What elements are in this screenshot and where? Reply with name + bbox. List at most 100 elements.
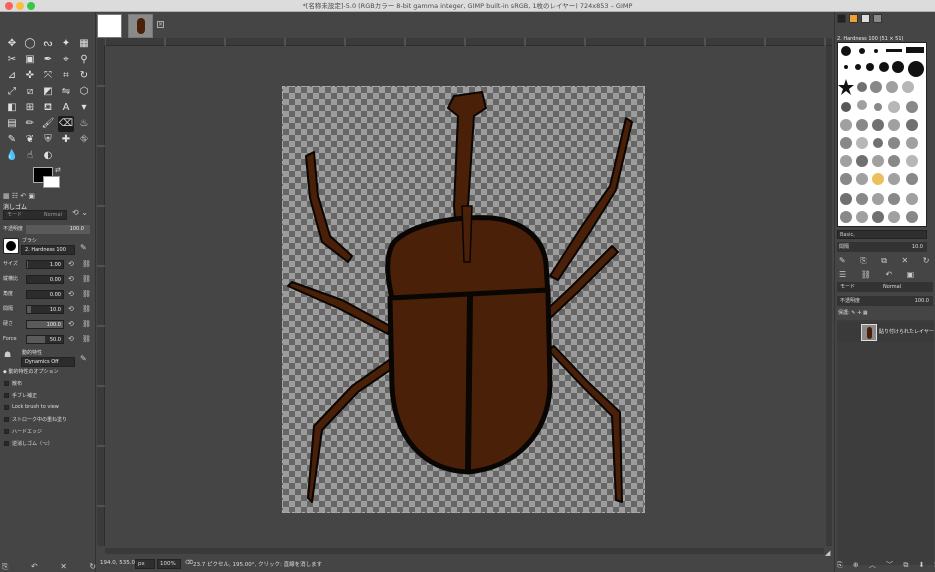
cage-icon[interactable]: ⬡	[76, 84, 92, 100]
spacing-reset-icon[interactable]: ⟲	[68, 304, 74, 315]
measure-icon[interactable]: ⊿	[4, 68, 20, 84]
paths-icon[interactable]: ✒	[40, 52, 56, 68]
rotate-icon[interactable]: ↻	[76, 68, 92, 84]
size-reset-icon[interactable]: ⟲	[68, 259, 74, 270]
eraser-icon[interactable]: ⌫	[58, 116, 74, 132]
move-tool-icon[interactable]: ✥	[4, 36, 20, 52]
gradient-icon[interactable]: ▤	[4, 116, 20, 132]
layer-mode-select[interactable]: モード Normal	[837, 282, 933, 292]
text-tool-icon[interactable]: A	[58, 100, 74, 116]
force-link-icon[interactable]: ⛓	[82, 334, 91, 345]
scale-icon[interactable]: ⤢	[4, 84, 20, 100]
brushes-tab[interactable]	[837, 14, 846, 23]
brush-edit-icon[interactable]: ✎	[80, 243, 87, 252]
brush-grid[interactable]	[837, 42, 927, 227]
aspect-link-icon[interactable]: ⛓	[82, 274, 91, 285]
spacing-row[interactable]: 間隔 10.0 ⟲ ⛓	[2, 304, 94, 315]
smudge-icon[interactable]: ☝	[22, 148, 38, 164]
angle-row[interactable]: 角度 0.00 ⟲ ⛓	[2, 289, 94, 300]
angle-link-icon[interactable]: ⛓	[82, 289, 91, 300]
force-row[interactable]: Force 50.0 ⟲ ⛓	[2, 334, 94, 345]
handle-transform-icon[interactable]: ⊞	[22, 100, 38, 116]
zoom-select[interactable]: 100%	[157, 559, 181, 569]
aspect-row[interactable]: 縦横比 0.00 ⟲ ⛓	[2, 274, 94, 285]
align-icon[interactable]: ✜	[22, 68, 38, 84]
horizontal-scrollbar[interactable]	[105, 548, 824, 554]
angle-field[interactable]: 0.00	[26, 290, 64, 299]
apply-jitter-checkbox[interactable]	[4, 381, 9, 386]
zoom-icon[interactable]: ⚲	[76, 52, 92, 68]
force-reset-icon[interactable]: ⟲	[68, 334, 74, 345]
incremental-checkbox[interactable]	[4, 417, 9, 422]
bucket-fill-icon[interactable]: ⛾	[40, 100, 56, 116]
ink-icon[interactable]: ✎	[4, 132, 20, 148]
background-color-swatch[interactable]	[43, 176, 60, 188]
mode-select[interactable]: モード Normal	[3, 210, 67, 220]
layer-row[interactable]: 貼り付けられたレイヤー	[837, 322, 934, 342]
mode-reset-icon[interactable]: ⟲ ⌄	[72, 208, 88, 217]
heal-icon[interactable]: ✚	[58, 132, 74, 148]
image-tab-1[interactable]	[97, 14, 122, 38]
perspective-icon[interactable]: ◩	[40, 84, 56, 100]
ruler-corner[interactable]	[97, 38, 105, 46]
hard-edge-checkbox[interactable]	[4, 429, 9, 434]
unknown-tool-icon[interactable]: ▦	[76, 36, 92, 52]
move-layer-icon[interactable]: ⤧	[40, 68, 56, 84]
layers-tabs-icons[interactable]: ☰ ⛓ ↶ ▣	[839, 270, 920, 279]
shear-icon[interactable]: ⧄	[22, 84, 38, 100]
layer-opacity-row[interactable]: 不透明度 100.0	[837, 296, 933, 306]
spacing-field[interactable]: 10.0	[26, 305, 64, 314]
size-field[interactable]: 1.00	[26, 260, 64, 269]
force-field[interactable]: 50.0	[26, 335, 64, 344]
clone-icon[interactable]: ⛨	[40, 132, 56, 148]
blend-icon[interactable]: ▾	[76, 100, 92, 116]
swap-colors-icon[interactable]: ⇄	[55, 166, 61, 174]
anti-erase-checkbox[interactable]	[4, 441, 9, 446]
lock-brush-checkbox[interactable]	[4, 405, 9, 410]
fonts-tab[interactable]	[861, 14, 870, 23]
tool-options-tab-icons[interactable]: ▦ ☷ ↶ ▣	[3, 192, 35, 200]
brush-tag-filter[interactable]: Basic,	[837, 230, 927, 239]
color-picker-icon[interactable]: ⌖	[58, 52, 74, 68]
brush-actions-icons[interactable]: ✎ ⎘ ⧉ ✕ ↻	[839, 256, 935, 266]
brush-preview[interactable]	[3, 238, 19, 254]
size-row[interactable]: サイズ 1.00 ⟲ ⛓	[2, 259, 94, 270]
hardness-row[interactable]: 硬さ 100.0 ⟲ ⛓	[2, 319, 94, 330]
aspect-reset-icon[interactable]: ⟲	[68, 274, 74, 285]
dynamics-edit-icon[interactable]: ✎	[80, 354, 87, 363]
unit-select[interactable]: px	[135, 559, 155, 569]
size-link-icon[interactable]: ⛓	[82, 259, 91, 270]
angle-reset-icon[interactable]: ⟲	[68, 289, 74, 300]
lock-position-icon[interactable]: ✛	[857, 310, 861, 316]
warp-icon[interactable]: ◧	[4, 100, 20, 116]
dynamics-icon[interactable]: ☗	[4, 350, 11, 359]
horizontal-ruler[interactable]	[105, 38, 832, 46]
fuzzy-select-icon[interactable]: ✦	[58, 36, 74, 52]
blur-icon[interactable]: 💧	[4, 148, 20, 164]
mypaint-icon[interactable]: ❦	[22, 132, 38, 148]
hardness-field[interactable]: 100.0	[26, 320, 64, 329]
lasso-icon[interactable]: ᔓ	[40, 36, 56, 52]
opacity-row[interactable]: 不透明度 100.0	[2, 224, 94, 235]
ellipse-select-icon[interactable]: ◯	[22, 36, 38, 52]
dodge-icon[interactable]: ◐	[40, 148, 56, 164]
crop-icon[interactable]: ⌗	[58, 68, 74, 84]
image-tab-2[interactable]	[128, 14, 153, 38]
scissors-icon[interactable]: ✂	[4, 52, 20, 68]
gradients-tab[interactable]	[873, 14, 882, 23]
layers-bottom-icons[interactable]: ⎘ ⊕ ︿ ﹀ ⧉ ⬇ ⛶ ✕	[837, 560, 935, 570]
paintbrush-icon[interactable]: 🖌	[40, 116, 56, 132]
close-tab-icon[interactable]: ×	[157, 21, 164, 28]
smooth-stroke-checkbox[interactable]	[4, 393, 9, 398]
perspective-clone-icon[interactable]: ⛗	[76, 132, 92, 148]
lock-alpha-icon[interactable]: ▦	[863, 310, 868, 316]
vertical-ruler[interactable]	[97, 46, 105, 546]
spacing-link-icon[interactable]: ⛓	[82, 304, 91, 315]
foreground-select-icon[interactable]: ▣	[22, 52, 38, 68]
hardness-link-icon[interactable]: ⛓	[82, 319, 91, 330]
patterns-tab[interactable]	[849, 14, 858, 23]
brush-spacing-row[interactable]: 間隔 10.0	[837, 242, 927, 252]
hardness-reset-icon[interactable]: ⟲	[68, 319, 74, 330]
pencil-icon[interactable]: ✏	[22, 116, 38, 132]
brush-name-field[interactable]: 2. Hardness 100	[21, 245, 75, 255]
